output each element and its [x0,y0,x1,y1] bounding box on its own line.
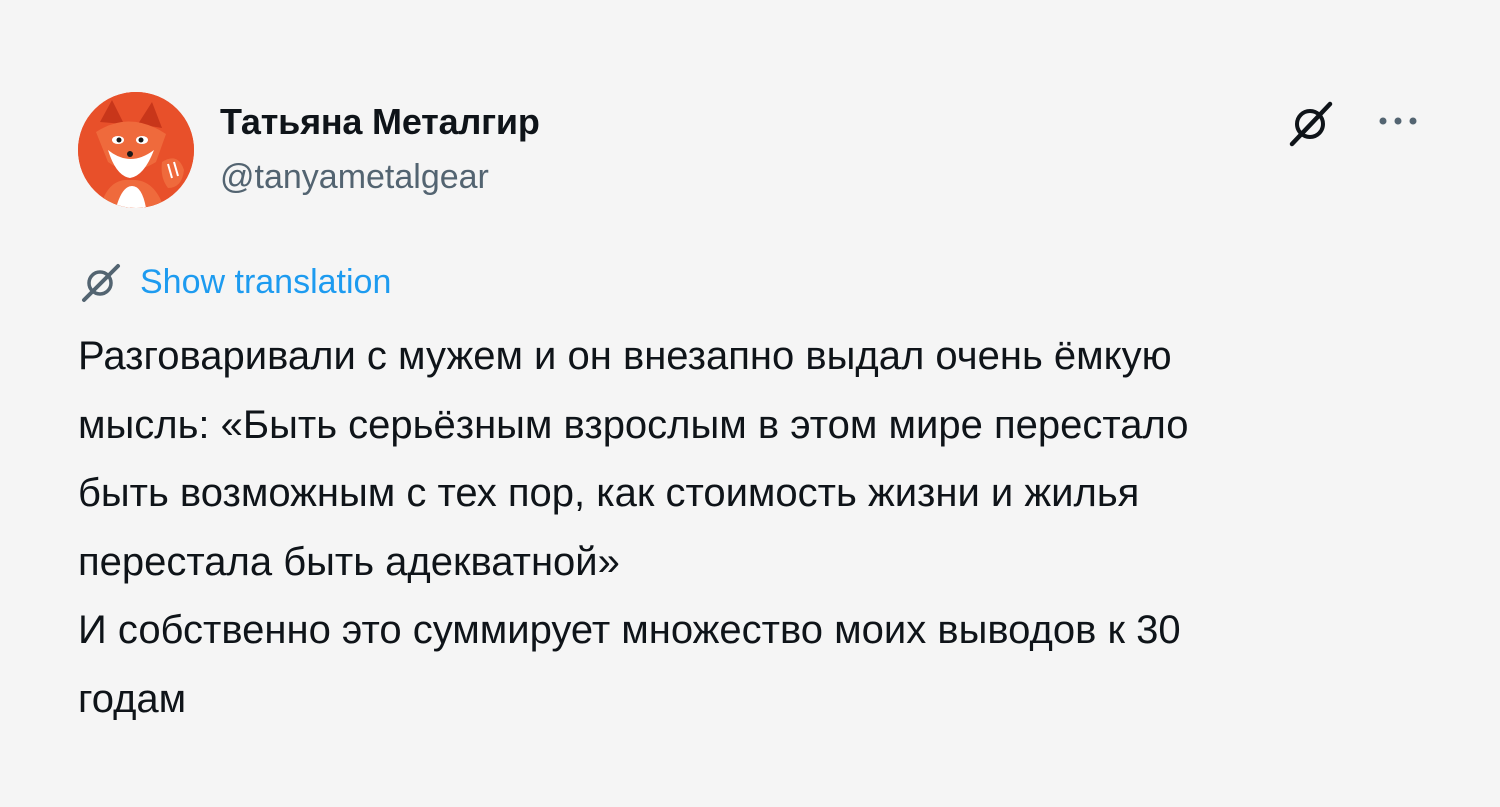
author-avatar[interactable] [78,92,194,208]
more-options-icon [1379,117,1417,125]
tweet-text-line: перестала быть адекватной» [78,539,620,584]
more-options-button[interactable] [1372,98,1424,144]
tweet-text-line: И собственно это суммирует множество мои… [78,608,1181,652]
tweet-text-line: Разговаривали с мужем и он внезапно выда… [78,334,1172,378]
tweet-text: Разговаривали с мужем и он внезапно выда… [78,322,1418,733]
tweet-text-line: быть возможным с тех пор, как стоимость … [78,471,1140,515]
show-translation-button[interactable]: Show translation [78,260,391,304]
tweet-card: Татьяна Металгир @tanyametalgear Show tr… [0,0,1500,807]
grok-icon [1289,101,1333,147]
grok-button[interactable] [1286,98,1338,150]
author-handle[interactable]: @tanyametalgear [220,157,489,197]
show-translation-label[interactable]: Show translation [140,262,391,302]
author-display-name[interactable]: Татьяна Металгир [220,101,540,143]
grok-icon [82,264,120,302]
tweet-text-line: мысль: «Быть серьёзным взрослым в этом м… [78,402,1189,447]
fox-avatar-icon [78,92,194,208]
tweet-text-line: годам [78,676,187,721]
